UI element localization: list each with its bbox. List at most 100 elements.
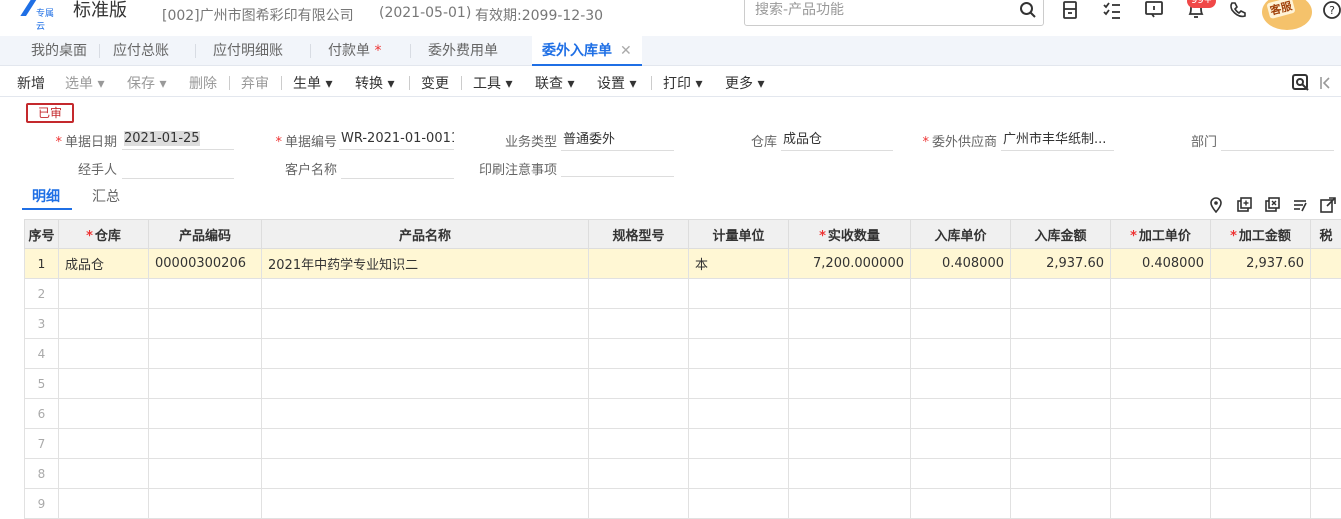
save-button[interactable]: 保存 ▾ [127, 73, 166, 93]
table-cell[interactable] [58, 368, 149, 399]
table-cell[interactable] [1310, 308, 1341, 339]
table-cell[interactable] [688, 338, 789, 369]
table-row[interactable]: 8 [24, 458, 1341, 489]
table-cell[interactable] [910, 428, 1011, 459]
table-cell[interactable] [688, 308, 789, 339]
column-header[interactable]: 入库金额 [1010, 219, 1111, 249]
table-cell[interactable] [910, 368, 1011, 399]
table-cell[interactable] [688, 368, 789, 399]
table-cell[interactable] [1210, 308, 1311, 339]
table-cell[interactable] [1210, 278, 1311, 309]
delete-row-icon[interactable] [1264, 197, 1280, 213]
table-cell[interactable]: 0.408000 [910, 248, 1011, 279]
column-header[interactable]: * 加工单价 [1110, 219, 1211, 249]
table-cell[interactable] [788, 458, 911, 489]
table-cell[interactable] [588, 458, 689, 489]
brand-logo[interactable]: 7 专属云 [18, 0, 58, 32]
table-row[interactable]: 1 成品仓 00000300206 2021年中药学专业知识二 本 7,200.00000… [24, 248, 1341, 279]
table-cell[interactable]: 本 [688, 248, 789, 279]
table-cell[interactable] [910, 458, 1011, 489]
table-cell[interactable] [1110, 458, 1211, 489]
table-cell[interactable] [148, 338, 262, 369]
table-cell[interactable] [588, 488, 689, 519]
column-header[interactable]: 入库单价 [910, 219, 1011, 249]
tab-outsource-expense[interactable]: 委外费用单 [428, 36, 498, 66]
table-cell[interactable] [148, 488, 262, 519]
table-cell[interactable] [1310, 248, 1341, 279]
table-cell[interactable] [148, 428, 262, 459]
table-cell[interactable] [788, 488, 911, 519]
table-cell[interactable] [1210, 398, 1311, 429]
column-header[interactable]: * 加工金额 [1210, 219, 1311, 249]
table-cell[interactable] [261, 338, 589, 369]
table-row[interactable]: 2 [24, 278, 1341, 309]
export-icon[interactable] [1320, 197, 1336, 213]
tab-payment[interactable]: 付款单 * [328, 36, 381, 66]
table-cell[interactable] [910, 398, 1011, 429]
table-cell[interactable] [588, 278, 689, 309]
query-button[interactable]: 联查 ▾ [535, 73, 574, 93]
table-cell[interactable] [1110, 488, 1211, 519]
table-cell[interactable] [910, 338, 1011, 369]
table-cell[interactable]: 2,937.60 [1010, 248, 1111, 279]
table-cell[interactable] [1110, 338, 1211, 369]
table-cell[interactable] [261, 488, 589, 519]
table-row[interactable]: 9 [24, 488, 1341, 519]
subtab-summary[interactable]: 汇总 [92, 186, 120, 206]
table-cell[interactable] [1310, 398, 1341, 429]
table-cell[interactable] [148, 278, 262, 309]
convert-button[interactable]: 转换 ▾ [355, 73, 394, 93]
table-cell[interactable] [261, 458, 589, 489]
table-cell[interactable] [58, 428, 149, 459]
column-header[interactable]: 产品编码 [148, 219, 262, 249]
table-cell[interactable] [910, 488, 1011, 519]
table-cell[interactable] [1110, 398, 1211, 429]
table-cell[interactable] [910, 278, 1011, 309]
new-button[interactable]: 新增 [17, 73, 45, 93]
settings-button[interactable]: 设置 ▾ [597, 73, 636, 93]
handler-field[interactable] [122, 157, 234, 179]
column-header[interactable]: 产品名称 [261, 219, 589, 249]
table-row[interactable]: 3 [24, 308, 1341, 339]
column-header[interactable]: * 仓库 [58, 219, 149, 249]
table-cell[interactable] [1310, 368, 1341, 399]
table-cell[interactable] [788, 278, 911, 309]
table-cell[interactable]: 2,937.60 [1210, 248, 1311, 279]
tools-button[interactable]: 工具 ▾ [473, 73, 512, 93]
table-cell[interactable] [588, 248, 689, 279]
table-cell[interactable] [1210, 368, 1311, 399]
tab-ap-ledger[interactable]: 应付总账 [113, 36, 169, 66]
table-cell[interactable] [1010, 428, 1111, 459]
table-cell[interactable] [1310, 458, 1341, 489]
table-cell[interactable] [688, 428, 789, 459]
location-icon[interactable] [1208, 197, 1224, 213]
table-cell[interactable]: 2021年中药学专业知识二 [261, 248, 589, 279]
column-header[interactable]: 规格型号 [588, 219, 689, 249]
column-header[interactable]: 税 [1310, 219, 1341, 249]
table-cell[interactable] [148, 398, 262, 429]
table-cell[interactable] [1010, 488, 1111, 519]
table-cell[interactable] [788, 308, 911, 339]
more-button[interactable]: 更多 ▾ [725, 73, 764, 93]
table-cell[interactable] [148, 368, 262, 399]
table-row[interactable]: 7 [24, 428, 1341, 459]
company-name[interactable]: [002]广州市图希彩印有限公司 [162, 5, 354, 25]
search-input[interactable] [745, 0, 1005, 23]
table-cell[interactable] [588, 338, 689, 369]
table-cell[interactable] [1210, 458, 1311, 489]
add-row-icon[interactable] [1236, 197, 1252, 213]
column-settings-icon[interactable] [1292, 197, 1308, 213]
table-cell[interactable] [1010, 398, 1111, 429]
dept-field[interactable] [1221, 129, 1334, 151]
table-cell[interactable] [1210, 428, 1311, 459]
table-cell[interactable]: 0.408000 [1110, 248, 1211, 279]
table-cell[interactable] [1110, 428, 1211, 459]
table-cell[interactable] [148, 458, 262, 489]
tab-my-desktop[interactable]: 我的桌面 [31, 36, 87, 66]
checklist-icon[interactable] [1102, 0, 1122, 20]
table-cell[interactable] [788, 428, 911, 459]
warehouse-field[interactable]: 成品仓 [781, 129, 893, 151]
column-header[interactable]: 计量单位 [688, 219, 789, 249]
phone-icon[interactable] [1228, 0, 1248, 20]
table-cell[interactable] [1010, 308, 1111, 339]
